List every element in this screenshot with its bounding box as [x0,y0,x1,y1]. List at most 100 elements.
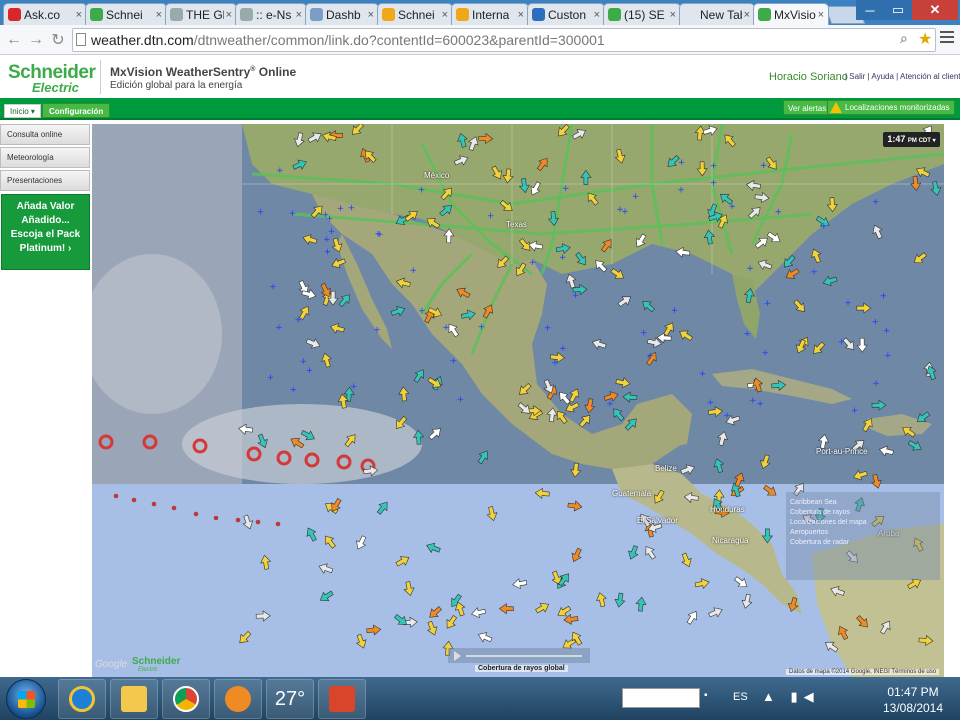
station-marker-icon[interactable]: + [326,214,334,224]
station-marker-icon[interactable]: + [289,209,297,219]
station-marker-icon[interactable]: + [418,307,426,317]
browser-tab[interactable]: Ask.co × [3,3,87,25]
configuracion-button[interactable]: Configuración [42,103,111,118]
reload-icon[interactable]: ↻ [48,30,68,50]
station-marker-icon[interactable]: + [671,306,679,316]
legend-item[interactable]: Localizaciones del mapa [790,519,936,526]
tab-close-icon[interactable]: × [368,9,374,21]
station-marker-icon[interactable]: + [306,366,314,376]
chrome-taskbar-icon[interactable] [162,679,210,719]
station-marker-icon[interactable]: + [838,338,846,348]
browser-tab[interactable]: MxVisio × [753,3,829,25]
station-marker-icon[interactable]: + [710,179,718,189]
station-marker-icon[interactable]: + [872,379,880,389]
office-taskbar-icon[interactable] [318,679,366,719]
language-indicator[interactable]: ES [733,691,748,703]
back-arrow-icon[interactable]: ← [4,30,24,50]
network-icon[interactable]: ▮ [791,689,804,704]
station-marker-icon[interactable]: + [616,205,624,215]
animation-playbar[interactable] [448,648,590,663]
address-bar[interactable]: weather.dtn.com/dtnweather/common/link.d… [72,28,936,52]
legend-item[interactable]: Cobertura de radar [790,539,936,546]
station-marker-icon[interactable]: + [775,207,783,217]
browser-tab[interactable]: (15) SE × [603,3,681,25]
station-marker-icon[interactable]: + [324,247,332,257]
tab-close-icon[interactable]: × [518,9,524,21]
tray-arrow-icon[interactable]: ▲ [762,689,781,704]
map-layer-legend[interactable]: Caribbean Sea Cobertura de rayos Localiz… [786,492,940,580]
station-marker-icon[interactable]: + [872,198,880,208]
station-marker-icon[interactable]: + [844,298,852,308]
bookmark-star-icon[interactable]: ★ [918,29,932,49]
station-marker-icon[interactable]: + [710,161,718,171]
station-marker-icon[interactable]: + [348,203,356,213]
browser-tab[interactable]: Schnei × [85,3,167,25]
station-marker-icon[interactable]: + [884,351,892,361]
tab-close-icon[interactable]: × [156,9,162,21]
localizaciones-button[interactable]: Localizaciones monitorizadas [827,100,955,115]
ver-alertas-button[interactable]: Ver alertas [783,100,832,115]
station-marker-icon[interactable]: + [457,395,465,405]
station-marker-icon[interactable]: + [323,235,331,245]
station-marker-icon[interactable]: + [487,212,495,222]
station-marker-icon[interactable]: + [275,323,283,333]
station-marker-icon[interactable]: + [276,166,284,176]
map-attribution[interactable]: Datos de mapa ©2014 Google, INEGI Términ… [786,669,940,675]
forward-arrow-icon[interactable]: → [26,30,46,50]
station-marker-icon[interactable]: + [883,326,891,336]
station-marker-icon[interactable]: + [743,330,751,340]
station-marker-icon[interactable]: + [572,291,580,301]
station-marker-icon[interactable]: + [851,406,859,416]
browser-tab[interactable]: Dashb × [305,3,379,25]
station-marker-icon[interactable]: + [723,411,731,421]
tab-close-icon[interactable]: × [296,9,302,21]
station-marker-icon[interactable]: + [699,369,707,379]
station-marker-icon[interactable]: + [559,344,567,354]
station-marker-icon[interactable]: + [647,352,655,362]
station-marker-icon[interactable]: + [300,357,308,367]
browser-tab[interactable]: Custon × [527,3,605,25]
maximize-window-button[interactable]: ▭ [884,0,912,20]
station-marker-icon[interactable]: + [820,221,828,231]
ie-taskbar-icon[interactable] [58,679,106,719]
station-marker-icon[interactable]: + [442,323,450,333]
station-marker-icon[interactable]: + [257,207,265,217]
taskbar-input[interactable] [622,688,700,708]
station-marker-icon[interactable]: + [551,359,559,369]
station-marker-icon[interactable]: + [632,192,640,202]
station-marker-icon[interactable]: + [764,299,772,309]
sidebar-item-presentaciones[interactable]: Presentaciones [0,170,90,191]
station-marker-icon[interactable]: + [294,316,302,326]
browser-tab[interactable]: Schnei × [377,3,453,25]
station-marker-icon[interactable]: + [478,323,486,333]
station-marker-icon[interactable]: + [728,202,736,212]
station-marker-icon[interactable]: + [746,264,754,274]
sidebar-item-consulta[interactable]: Consulta online [0,124,90,145]
station-marker-icon[interactable]: + [749,396,757,406]
map-canvas[interactable]: + + + + + + + + + + + + + + + + + + + + + + + + + + + + + + + + + + + + + + + +… [92,124,944,677]
volume-icon[interactable]: ◀ [804,689,820,704]
station-marker-icon[interactable]: + [374,229,382,239]
browser-menu-icon[interactable] [940,31,954,43]
user-links[interactable]: | Salir | Ayuda | Atención al cliente [845,72,960,81]
tab-close-icon[interactable]: × [226,9,232,21]
tab-close-icon[interactable]: × [442,9,448,21]
station-marker-icon[interactable]: + [872,318,880,328]
tab-close-icon[interactable]: × [594,9,600,21]
browser-tab[interactable]: THE Gl × [165,3,237,25]
station-marker-icon[interactable]: + [760,161,768,171]
station-marker-icon[interactable]: + [337,204,345,214]
system-tray[interactable]: ▲ ▮◀ [762,689,820,705]
station-marker-icon[interactable]: + [810,267,818,277]
tab-close-icon[interactable]: × [76,9,82,21]
station-marker-icon[interactable]: + [450,357,458,367]
clock[interactable]: 01:47 PM 13/08/2014 [878,684,948,716]
play-icon[interactable] [454,651,461,661]
legend-item[interactable]: Aeropuertos [790,529,936,536]
station-marker-icon[interactable]: + [880,292,888,302]
weather-map[interactable]: + + + + + + + + + + + + + + + + + + + + + + + + + + + + + + + + + + + + + + + +… [92,124,944,677]
schneider-logo[interactable]: Schneider Electric [8,63,96,94]
station-marker-icon[interactable]: + [707,398,715,408]
station-marker-icon[interactable]: + [559,253,567,263]
station-marker-icon[interactable]: + [677,185,685,195]
